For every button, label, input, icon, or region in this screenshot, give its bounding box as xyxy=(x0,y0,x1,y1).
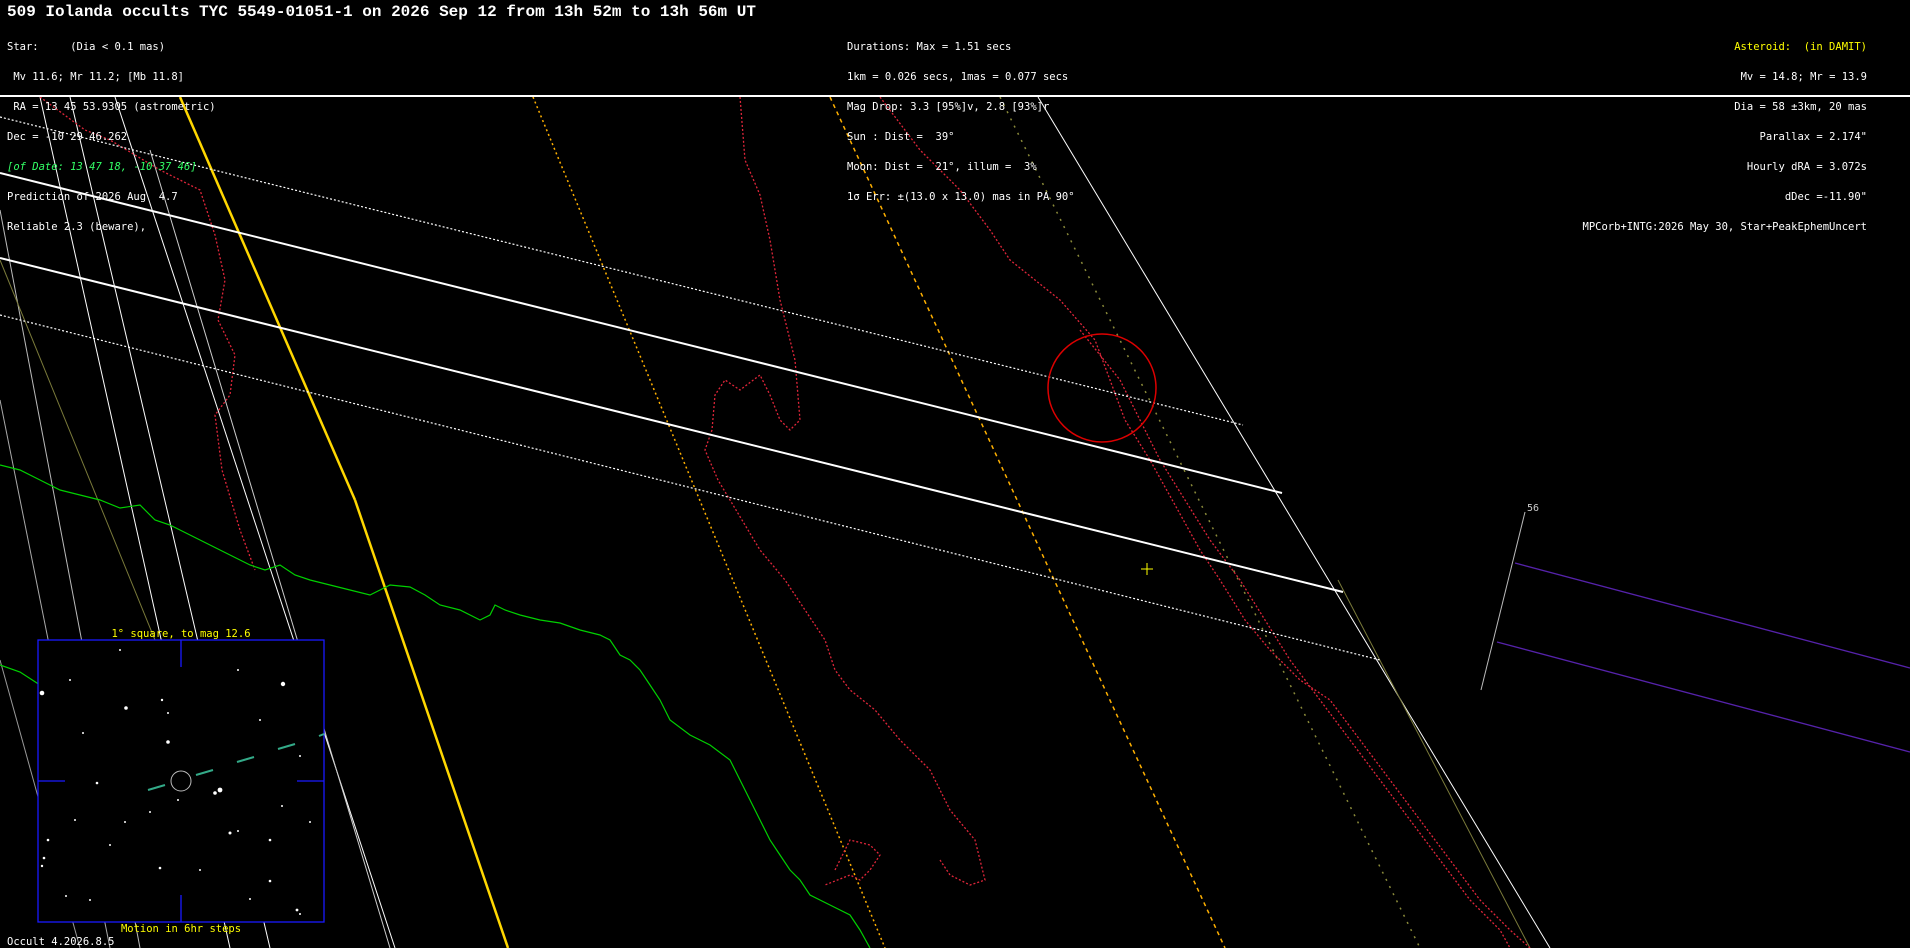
header-divider xyxy=(0,95,1910,97)
asteroid-info-block: Asteroid: (in DAMIT) Mv = 14.8; Mr = 13.… xyxy=(1583,22,1867,252)
footer-version: Occult 4.2026.8.5 xyxy=(7,936,115,948)
page-title: 509 Iolanda occults TYC 5549-01051-1 on … xyxy=(7,3,756,21)
event-info-line: 1σ Err: ±(13.0 x 13.0) mas in PA 90° xyxy=(847,191,1075,203)
event-info-line: Durations: Max = 1.51 secs xyxy=(847,41,1012,53)
event-info-line: Mag Drop: 3.3 [95%]v, 2.8 [93%]r xyxy=(847,101,1050,113)
star-info-block: Star: (Dia < 0.1 mas) Mv 11.6; Mr 11.2; … xyxy=(7,22,216,252)
star-info-line: Mv 11.6; Mr 11.2; [Mb 11.8] xyxy=(7,71,185,83)
olive-line-left xyxy=(0,259,156,641)
purple-track-south xyxy=(1496,641,1910,753)
asteroid-info-heading: Asteroid: (in DAMIT) xyxy=(1734,41,1867,53)
star-info-of-date: [of Date: 13 47 18, -10 37 46] xyxy=(7,161,197,173)
inset-caption-bottom: Motion in 6hr steps xyxy=(120,923,242,935)
star-info-line: Prediction of 2026 Aug 4.7 xyxy=(7,191,178,203)
asteroid-info-line: Parallax = 2.174" xyxy=(1759,131,1867,143)
star-position-cross xyxy=(1141,563,1153,575)
star-chart-inset xyxy=(37,639,325,923)
event-info-block: Durations: Max = 1.51 secs 1km = 0.026 s… xyxy=(847,22,1075,222)
time-marker-label: 56 xyxy=(1527,503,1540,514)
event-info-line: Sun : Dist = 39° xyxy=(847,131,955,143)
site-circle xyxy=(1047,333,1157,443)
dotted-yellow-line-2 xyxy=(829,96,1226,948)
asteroid-info-line: Dia = 58 ±3km, 20 mas xyxy=(1734,101,1867,113)
asteroid-info-line: dDec =-11.90" xyxy=(1784,191,1867,203)
star-info-line: Reliable 2.3 (beware), xyxy=(7,221,147,233)
occultation-map-page: 509 Iolanda occults TYC 5549-01051-1 on … xyxy=(0,0,1910,948)
event-info-line: Moon: Dist = 21°, illum = 3% xyxy=(847,161,1037,173)
outer-limit-line xyxy=(1037,96,1551,948)
olive-line-right xyxy=(1337,579,1531,948)
purple-track-north xyxy=(1514,562,1910,669)
inset-caption-top: 1° square, to mag 12.6 xyxy=(111,628,251,640)
star-info-line: Dec = -10 29 46.262 xyxy=(7,131,128,143)
asteroid-info-line: MPCorb+INTG:2026 May 30, Star+PeakEphemU… xyxy=(1582,221,1867,233)
south-sigma-limit xyxy=(0,314,1381,661)
event-info-line: 1km = 0.026 secs, 1mas = 0.077 secs xyxy=(847,71,1069,83)
time-marker-line xyxy=(1480,511,1526,691)
star-info-line: Star: (Dia < 0.1 mas) xyxy=(7,41,166,53)
asteroid-info-line: Mv = 14.8; Mr = 13.9 xyxy=(1740,71,1867,83)
star-info-line: RA = 13 45 53.9305 (astrometric) xyxy=(7,101,216,113)
central-line-b xyxy=(353,499,510,948)
asteroid-info-line: Hourly dRA = 3.072s xyxy=(1746,161,1867,173)
